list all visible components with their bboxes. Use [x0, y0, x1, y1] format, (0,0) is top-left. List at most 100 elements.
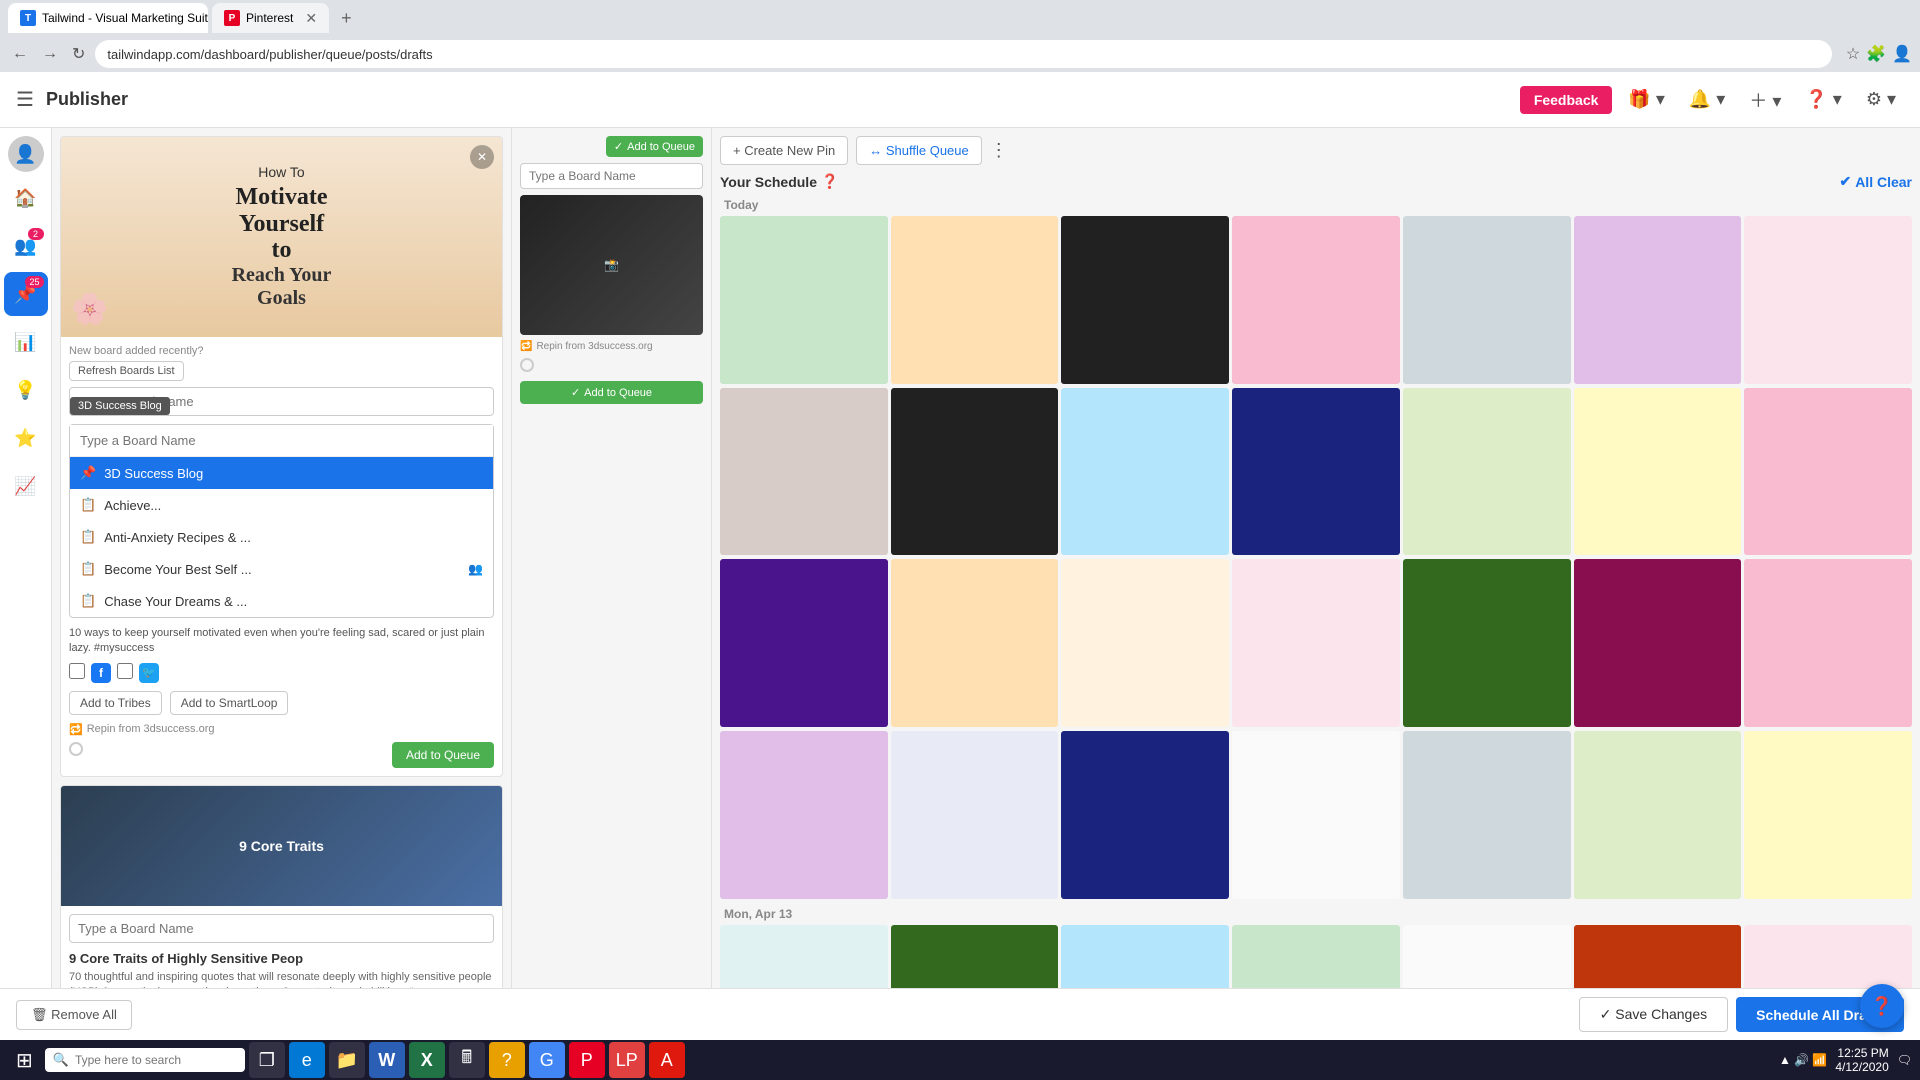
reload-button[interactable]: ↻ — [68, 40, 89, 68]
mon-pin-2[interactable] — [891, 925, 1059, 988]
close-first-post-btn[interactable]: ✕ — [470, 145, 494, 169]
taskbar-task-view[interactable]: ❐ — [249, 1042, 285, 1078]
create-pin-btn[interactable]: + Create New Pin — [720, 136, 848, 165]
sched-pin-10[interactable] — [1061, 388, 1229, 556]
sched-pin-22[interactable] — [720, 731, 888, 899]
add-to-tribes-btn[interactable]: Add to Tribes — [69, 691, 162, 715]
mon-pin-5[interactable] — [1403, 925, 1571, 988]
more-options-btn[interactable]: ⋮ — [990, 136, 1008, 165]
top-add-to-queue-btn[interactable]: ✓ Add to Queue — [606, 136, 703, 157]
forward-button[interactable]: → — [38, 41, 62, 67]
sched-pin-9[interactable] — [891, 388, 1059, 556]
feedback-button[interactable]: Feedback — [1520, 86, 1613, 114]
pinterest-tab[interactable]: P Pinterest ✕ — [212, 3, 329, 33]
sched-pin-16[interactable] — [891, 559, 1059, 727]
sidebar-item-analytics[interactable]: 📊 — [4, 320, 48, 364]
taskbar-unknown[interactable]: ? — [489, 1042, 525, 1078]
sched-pin-25[interactable] — [1232, 731, 1400, 899]
close-pinterest-tab-btn[interactable]: ✕ — [305, 10, 317, 27]
mon-pin-6[interactable] — [1574, 925, 1742, 988]
back-button[interactable]: ← — [8, 41, 32, 67]
sched-pin-21[interactable] — [1744, 559, 1912, 727]
board-item-become-best[interactable]: 📋 Become Your Best Self ... 👥 — [70, 553, 493, 585]
active-tab[interactable]: T Tailwind - Visual Marketing Suite ✕ — [8, 3, 208, 33]
sched-pin-3[interactable] — [1061, 216, 1229, 384]
sched-pin-8[interactable] — [720, 388, 888, 556]
posts-scroll[interactable]: How To MotivateYourselfto Reach YourGoal… — [52, 128, 511, 988]
board-search-input[interactable] — [70, 425, 493, 457]
mon-pin-3[interactable] — [1061, 925, 1229, 988]
sched-pin-5[interactable] — [1403, 216, 1571, 384]
shuffle-queue-btn[interactable]: ↔ Shuffle Queue — [856, 136, 982, 165]
help-button[interactable]: ❓ ▾ — [1797, 85, 1849, 114]
taskbar-calculator[interactable]: 🖩 — [449, 1042, 485, 1078]
mon-pin-4[interactable] — [1232, 925, 1400, 988]
sched-pin-19[interactable] — [1403, 559, 1571, 727]
sched-pin-24[interactable] — [1061, 731, 1229, 899]
taskbar-notification[interactable]: 🗨 — [1897, 1053, 1912, 1067]
taskbar-pinterest[interactable]: P — [569, 1042, 605, 1078]
board-item-3d-success[interactable]: 📌 3D Success Blog 3D Success Blog — [70, 457, 493, 489]
sched-pin-28[interactable] — [1744, 731, 1912, 899]
taskbar-chrome[interactable]: G — [529, 1042, 565, 1078]
sidebar-item-home[interactable]: 🏠 — [4, 176, 48, 220]
settings-button[interactable]: ⚙ ▾ — [1858, 85, 1904, 114]
new-tab-button[interactable]: + — [333, 4, 360, 33]
second-post-board-input[interactable] — [69, 914, 494, 943]
mon-pin-7[interactable] — [1744, 925, 1912, 988]
bookmark-btn[interactable]: ☆ — [1846, 44, 1860, 64]
sched-pin-7[interactable] — [1744, 216, 1912, 384]
sched-pin-6[interactable] — [1574, 216, 1742, 384]
profile-btn[interactable]: 👤 — [1892, 44, 1912, 64]
sched-pin-17[interactable] — [1061, 559, 1229, 727]
taskbar-explorer[interactable]: 📁 — [329, 1042, 365, 1078]
extensions-btn[interactable]: 🧩 — [1866, 44, 1886, 64]
middle-add-to-queue-btn[interactable]: ✓ Add to Queue — [520, 381, 703, 404]
sched-pin-20[interactable] — [1574, 559, 1742, 727]
first-add-to-queue-btn[interactable]: Add to Queue — [392, 742, 494, 768]
remove-all-btn[interactable]: 🗑 Remove All — [16, 1000, 132, 1030]
sched-pin-15[interactable] — [720, 559, 888, 727]
sched-pin-13[interactable] — [1574, 388, 1742, 556]
add-to-smartloop-btn[interactable]: Add to SmartLoop — [170, 691, 289, 715]
sched-pin-23[interactable] — [891, 731, 1059, 899]
taskbar-edge[interactable]: e — [289, 1042, 325, 1078]
taskbar-word[interactable]: W — [369, 1042, 405, 1078]
refresh-boards-btn[interactable]: Refresh Boards List — [69, 361, 184, 381]
sidebar-item-tribes[interactable]: 👥 2 — [4, 224, 48, 268]
gift-button[interactable]: 🎁 ▾ — [1620, 85, 1672, 114]
user-avatar[interactable]: 👤 — [8, 136, 44, 172]
taskbar-acrobat[interactable]: A — [649, 1042, 685, 1078]
sched-pin-14[interactable] — [1744, 388, 1912, 556]
taskbar-search-input[interactable] — [75, 1053, 215, 1067]
schedule-help-icon[interactable]: ❓ — [821, 173, 838, 190]
board-item-anti-anxiety[interactable]: 📋 Anti-Anxiety Recipes & ... — [70, 521, 493, 553]
board-item-achieve[interactable]: 📋 Achieve... — [70, 489, 493, 521]
taskbar-search-box[interactable]: 🔍 — [45, 1048, 245, 1072]
url-input[interactable] — [95, 40, 1831, 68]
sched-pin-11[interactable] — [1232, 388, 1400, 556]
bell-button[interactable]: 🔔 ▾ — [1681, 85, 1733, 114]
taskbar-lastpass[interactable]: LP — [609, 1042, 645, 1078]
hamburger-button[interactable]: ☰ — [16, 87, 34, 112]
sched-pin-27[interactable] — [1574, 731, 1742, 899]
sched-pin-1[interactable] — [720, 216, 888, 384]
sidebar-item-discover[interactable]: 💡 — [4, 368, 48, 412]
board-item-chase-dreams[interactable]: 📋 Chase Your Dreams & ... — [70, 585, 493, 617]
sched-pin-12[interactable] — [1403, 388, 1571, 556]
mon-pin-1[interactable] — [720, 925, 888, 988]
sidebar-item-publisher[interactable]: 📌 25 — [4, 272, 48, 316]
sched-pin-26[interactable] — [1403, 731, 1571, 899]
taskbar-excel[interactable]: X — [409, 1042, 445, 1078]
start-button[interactable]: ⊞ — [8, 1044, 41, 1077]
tw-checkbox[interactable] — [117, 663, 133, 679]
all-clear-btn[interactable]: ✔ All Clear — [1839, 173, 1912, 190]
fb-checkbox[interactable] — [69, 663, 85, 679]
plus-button[interactable]: ＋ ▾ — [1741, 83, 1789, 117]
sched-pin-2[interactable] — [891, 216, 1059, 384]
sched-pin-4[interactable] — [1232, 216, 1400, 384]
sidebar-item-smartloop[interactable]: ⭐ — [4, 416, 48, 460]
middle-board-input[interactable] — [520, 163, 703, 189]
sidebar-item-reports[interactable]: 📈 — [4, 464, 48, 508]
sched-pin-18[interactable] — [1232, 559, 1400, 727]
